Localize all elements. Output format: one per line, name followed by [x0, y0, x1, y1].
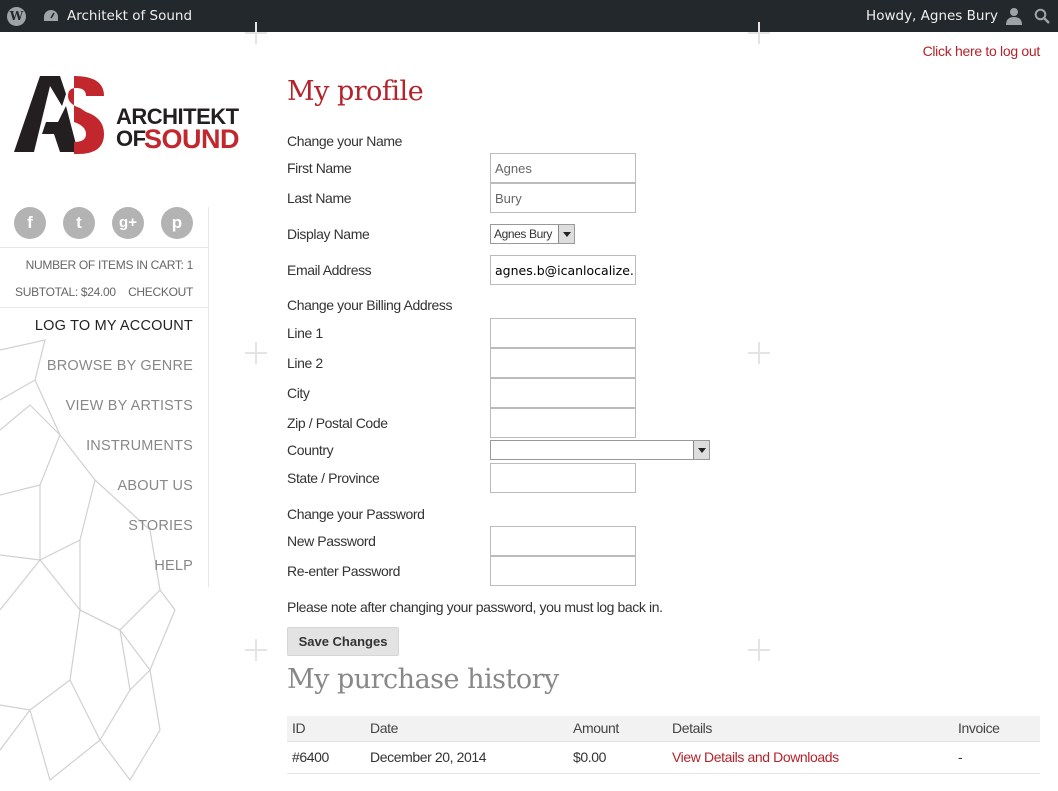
- column-header-amount: Amount: [573, 720, 619, 736]
- logo-text-sound: SOUND: [144, 124, 240, 154]
- nav-instruments[interactable]: INSTRUMENTS: [86, 438, 193, 454]
- site-name-link[interactable]: Architekt of Sound: [67, 8, 192, 24]
- nav-view-by-artists[interactable]: VIEW BY ARTISTS: [66, 398, 193, 414]
- order-amount-cell: $0.00: [573, 749, 607, 765]
- new-password-label: New Password: [287, 533, 376, 549]
- search-icon[interactable]: [1034, 8, 1050, 24]
- state-input[interactable]: [490, 463, 636, 493]
- user-avatar-icon[interactable]: [1006, 7, 1022, 25]
- line2-input[interactable]: [490, 348, 636, 378]
- view-details-link[interactable]: View Details and Downloads: [672, 749, 839, 765]
- new-password-input[interactable]: [490, 526, 636, 556]
- order-date-cell: December 20, 2014: [370, 749, 487, 765]
- zip-label: Zip / Postal Code: [287, 415, 388, 431]
- logout-link[interactable]: Click here to log out: [923, 43, 1041, 59]
- dashboard-icon[interactable]: [43, 9, 59, 23]
- display-name-select[interactable]: Agnes Bury: [490, 224, 575, 244]
- nav-help[interactable]: HELP: [154, 558, 193, 574]
- reenter-password-input[interactable]: [490, 556, 636, 586]
- sidebar-divider: [0, 307, 208, 308]
- decorative-plus-icon: [245, 22, 267, 44]
- chevron-down-icon[interactable]: [558, 225, 574, 243]
- reenter-password-label: Re-enter Password: [287, 563, 401, 579]
- page-title: My profile: [287, 76, 424, 107]
- facebook-icon[interactable]: f: [14, 207, 46, 239]
- column-header-invoice: Invoice: [958, 720, 1000, 736]
- city-label: City: [287, 385, 310, 401]
- line1-label: Line 1: [287, 325, 323, 341]
- purchase-history-title: My purchase history: [287, 664, 559, 695]
- chevron-down-icon[interactable]: [693, 441, 709, 459]
- column-header-id: ID: [292, 720, 306, 736]
- admin-bar: W Architekt of Sound Howdy, Agnes Bury: [0, 0, 1058, 32]
- order-id-cell: #6400: [292, 749, 329, 765]
- invoice-cell: -: [958, 749, 963, 765]
- nav-log-to-my-account[interactable]: LOG TO MY ACCOUNT: [35, 318, 193, 334]
- first-name-input[interactable]: Agnes: [490, 153, 636, 183]
- logo-mark-icon: [14, 76, 104, 154]
- pinterest-icon[interactable]: p: [161, 207, 193, 239]
- sidebar-divider: [0, 247, 208, 248]
- section-heading-billing: Change your Billing Address: [287, 297, 453, 313]
- password-note: Please note after changing your password…: [287, 599, 663, 615]
- section-heading-name: Change your Name: [287, 133, 402, 149]
- last-name-input[interactable]: Bury: [490, 183, 636, 213]
- nav-browse-by-genre[interactable]: BROWSE BY GENRE: [47, 358, 193, 374]
- last-name-label: Last Name: [287, 190, 352, 206]
- decorative-plus-icon: [748, 639, 770, 661]
- line2-label: Line 2: [287, 355, 323, 371]
- twitter-icon[interactable]: t: [63, 207, 95, 239]
- cart-subtotal: SUBTOTAL: $24.00: [15, 285, 116, 299]
- section-heading-password: Change your Password: [287, 506, 425, 522]
- checkout-link[interactable]: CHECKOUT: [128, 285, 193, 299]
- email-label: Email Address: [287, 262, 372, 278]
- display-name-value: Agnes Bury: [494, 227, 553, 241]
- first-name-label: First Name: [287, 160, 352, 176]
- display-name-label: Display Name: [287, 226, 370, 242]
- decorative-plus-icon: [245, 342, 267, 364]
- country-select[interactable]: [490, 440, 710, 460]
- save-changes-button[interactable]: Save Changes: [287, 627, 399, 656]
- country-label: Country: [287, 442, 334, 458]
- decorative-plus-icon: [245, 639, 267, 661]
- sidebar-divider: [208, 207, 209, 587]
- google-plus-icon[interactable]: g+: [112, 207, 144, 239]
- history-table-header: [287, 716, 1040, 742]
- email-input[interactable]: agnes.b@icanlocalize.: [490, 255, 636, 285]
- column-header-date: Date: [370, 720, 398, 736]
- howdy-user-link[interactable]: Howdy, Agnes Bury: [866, 8, 998, 24]
- city-input[interactable]: [490, 378, 636, 408]
- table-row-divider: [287, 773, 1040, 774]
- cart-item-count: NUMBER OF ITEMS IN CART: 1: [25, 258, 194, 272]
- zip-input[interactable]: [490, 408, 636, 438]
- column-header-details: Details: [672, 720, 712, 736]
- line1-input[interactable]: [490, 318, 636, 348]
- logo-text-of: OF: [116, 126, 146, 151]
- wordpress-logo-icon[interactable]: W: [7, 7, 26, 26]
- site-logo[interactable]: ARCHITEKT OF SOUND: [14, 76, 246, 156]
- state-label: State / Province: [287, 470, 380, 486]
- decorative-plus-icon: [748, 22, 770, 44]
- nav-stories[interactable]: STORIES: [128, 518, 193, 534]
- decorative-background-pattern: [0, 339, 176, 782]
- nav-about-us[interactable]: ABOUT US: [118, 478, 193, 494]
- decorative-plus-icon: [748, 342, 770, 364]
